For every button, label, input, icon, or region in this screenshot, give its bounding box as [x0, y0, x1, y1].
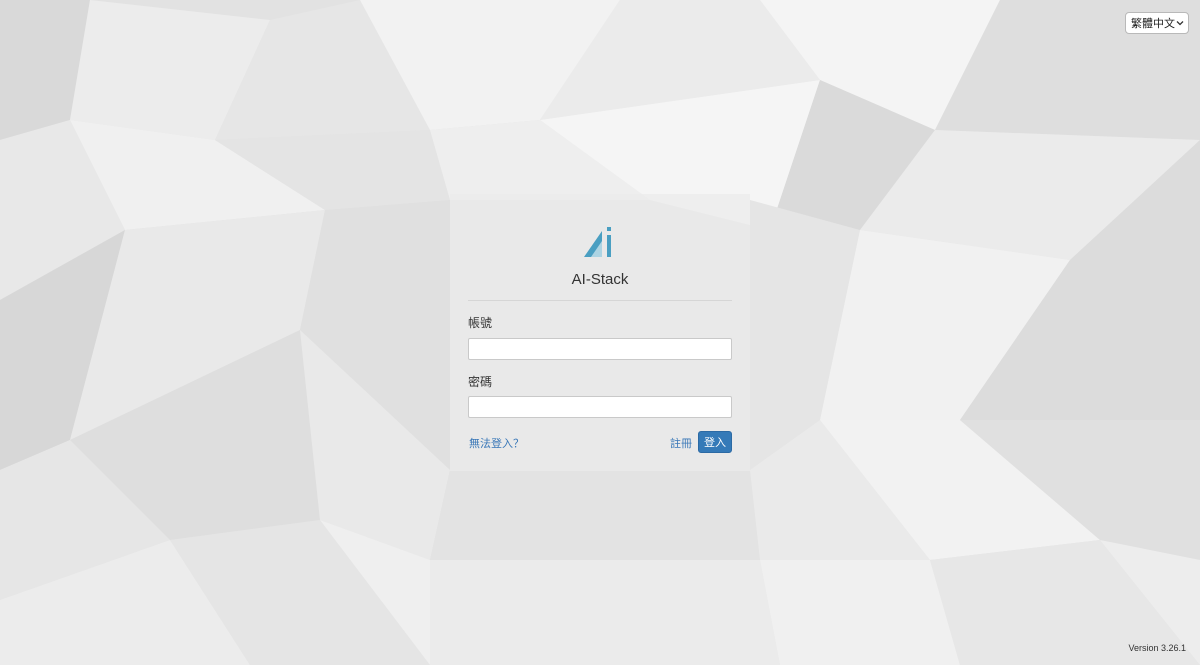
ai-stack-logo-icon [582, 223, 618, 259]
language-select-value: 繁體中文 [1131, 17, 1175, 30]
password-input[interactable] [468, 396, 732, 418]
password-label: 密碼 [468, 375, 493, 389]
login-card: AI-Stack 帳號 密碼 無法登入？ 註冊 登入 [450, 194, 750, 471]
cant-login-link[interactable]: 無法登入？ [469, 435, 524, 451]
chevron-down-icon [1176, 20, 1184, 26]
app-title: AI-Stack [571, 271, 629, 288]
divider [468, 300, 732, 301]
account-label: 帳號 [468, 316, 493, 330]
account-input[interactable] [468, 338, 732, 360]
register-link[interactable]: 註冊 [670, 435, 692, 451]
language-select[interactable]: 繁體中文 [1125, 12, 1189, 34]
login-page: 繁體中文 AI-Stack 帳號 密碼 無法登入？ 註冊 登入 Version … [0, 0, 1200, 665]
version-text: Version 3.26.1 [1128, 643, 1186, 653]
login-button[interactable]: 登入 [698, 431, 732, 453]
